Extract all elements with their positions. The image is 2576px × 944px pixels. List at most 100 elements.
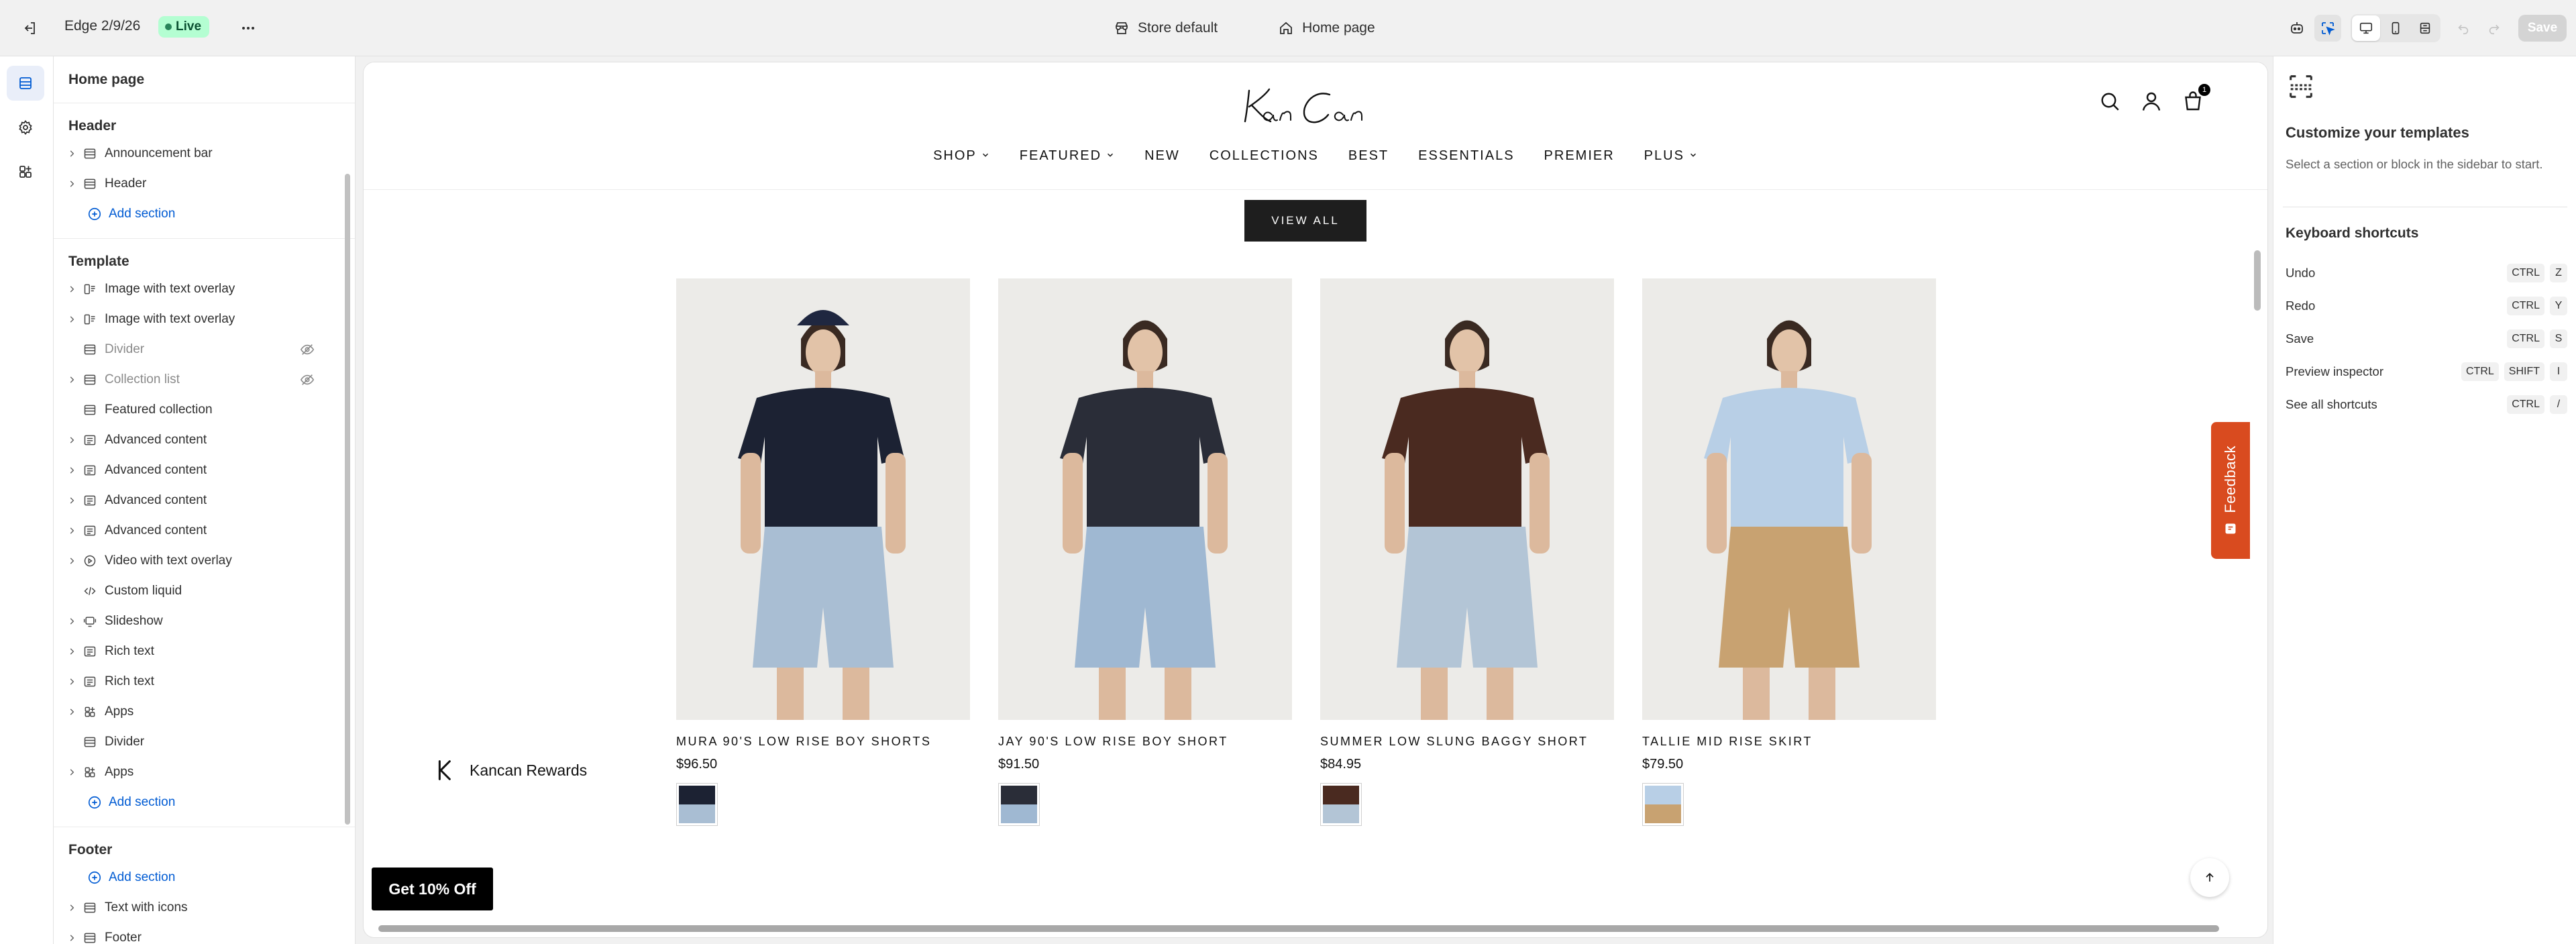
expand-chevron-icon[interactable] [54, 933, 83, 943]
desktop-view-button[interactable] [2352, 15, 2380, 41]
nav-item-premier[interactable]: PREMIER [1544, 148, 1615, 164]
expand-chevron-icon[interactable] [54, 768, 83, 777]
product-title[interactable]: SUMMER LOW SLUNG BAGGY SHORT [1320, 735, 1614, 749]
sidebar-item-apps[interactable]: Apps [54, 757, 355, 787]
expand-chevron-icon[interactable] [54, 526, 83, 535]
fullscreen-icon [2420, 22, 2430, 34]
add-section-header-button[interactable]: Add section [54, 199, 355, 229]
preview-vertical-scrollbar-thumb[interactable] [2254, 250, 2261, 311]
expand-chevron-icon[interactable] [54, 375, 83, 384]
inspector-toggle-button[interactable] [2314, 15, 2341, 42]
sidebar-item-rich-text[interactable]: Rich text [54, 636, 355, 666]
product-swatch[interactable] [1642, 783, 1684, 826]
sidebar-item-announcement-bar[interactable]: Announcement bar [54, 138, 355, 168]
store-selector[interactable]: Store default [1114, 20, 1218, 36]
sidebar-item-advanced-content[interactable]: Advanced content [54, 485, 355, 515]
exit-button[interactable] [16, 15, 43, 42]
sections-tab[interactable] [7, 66, 44, 101]
product-image[interactable] [1320, 278, 1614, 720]
sidebar-item-video-with-text-overlay[interactable]: Video with text overlay [54, 545, 355, 576]
expand-chevron-icon[interactable] [54, 284, 83, 294]
nav-item-featured[interactable]: FEATURED [1020, 148, 1115, 164]
sidebar-scrollbar[interactable] [343, 123, 352, 935]
more-actions-button[interactable] [235, 15, 262, 42]
feedback-tab[interactable]: Feedback [2211, 422, 2250, 559]
expand-chevron-icon[interactable] [54, 315, 83, 324]
expand-chevron-icon[interactable] [54, 435, 83, 445]
eye-hidden-icon[interactable] [300, 372, 315, 391]
scroll-to-top-button[interactable] [2190, 858, 2229, 897]
redo-button[interactable] [2481, 15, 2508, 42]
rewards-launcher[interactable]: Kancan Rewards [431, 757, 587, 784]
sidebar-item-footer[interactable]: Footer [54, 923, 355, 944]
expand-chevron-icon[interactable] [54, 556, 83, 566]
nav-item-collections[interactable]: COLLECTIONS [1210, 148, 1319, 164]
sidebar-scrollbar-thumb[interactable] [345, 174, 350, 825]
cart-button[interactable]: 1 [2181, 84, 2210, 117]
sidebar-item-divider[interactable]: Divider [54, 334, 355, 364]
store-logo[interactable] [1229, 77, 1403, 131]
app-embeds-tab[interactable] [7, 154, 44, 189]
product-swatch[interactable] [676, 783, 718, 826]
mobile-view-button[interactable] [2381, 15, 2410, 41]
expand-chevron-icon[interactable] [54, 617, 83, 626]
eye-hidden-icon[interactable] [300, 342, 315, 361]
sidebar-item-apps[interactable]: Apps [54, 696, 355, 727]
product-swatch[interactable] [1320, 783, 1362, 826]
product-card[interactable]: SUMMER LOW SLUNG BAGGY SHORT $84.95 [1320, 278, 1614, 826]
sidebar-item-featured-collection[interactable]: Featured collection [54, 395, 355, 425]
expand-chevron-icon[interactable] [54, 647, 83, 656]
nav-item-new[interactable]: NEW [1144, 148, 1180, 164]
sidebar-item-rich-text[interactable]: Rich text [54, 666, 355, 696]
sidekick-button[interactable] [2284, 15, 2310, 42]
undo-button[interactable] [2450, 15, 2477, 42]
product-swatch[interactable] [998, 783, 1040, 826]
nav-item-best[interactable]: BEST [1348, 148, 1389, 164]
expand-chevron-icon[interactable] [54, 496, 83, 505]
sidebar-item-custom-liquid[interactable]: Custom liquid [54, 576, 355, 606]
sidebar-item-advanced-content[interactable]: Advanced content [54, 425, 355, 455]
save-button[interactable]: Save [2518, 15, 2567, 42]
expand-chevron-icon[interactable] [54, 149, 83, 158]
preview-horizontal-scrollbar-thumb[interactable] [378, 925, 2219, 932]
sidebar-item-text-with-icons[interactable]: Text with icons [54, 892, 355, 923]
preview-vertical-scrollbar[interactable] [2250, 62, 2265, 921]
expand-chevron-icon[interactable] [54, 903, 83, 912]
product-image[interactable] [676, 278, 970, 720]
fullscreen-view-button[interactable] [2411, 15, 2439, 41]
view-all-button[interactable]: VIEW ALL [1244, 200, 1366, 242]
sidebar-item-divider[interactable]: Divider [54, 727, 355, 757]
product-image[interactable] [1642, 278, 1936, 720]
sidebar-item-advanced-content[interactable]: Advanced content [54, 455, 355, 485]
nav-item-essentials[interactable]: ESSENTIALS [1418, 148, 1514, 164]
sidebar-item-advanced-content[interactable]: Advanced content [54, 515, 355, 545]
search-icon[interactable] [2098, 89, 2122, 113]
expand-chevron-icon[interactable] [54, 179, 83, 189]
product-card[interactable]: TALLIE MID RISE SKIRT $79.50 [1642, 278, 1936, 826]
preview-horizontal-scrollbar[interactable] [364, 921, 2250, 936]
account-icon[interactable] [2139, 89, 2163, 113]
product-title[interactable]: MURA 90'S LOW RISE BOY SHORTS [676, 735, 970, 749]
sidebar-item-image-with-text-overlay[interactable]: Image with text overlay [54, 304, 355, 334]
add-section-footer-button[interactable]: Add section [54, 862, 355, 892]
page-selector[interactable]: Home page [1278, 20, 1375, 36]
product-card[interactable]: MURA 90'S LOW RISE BOY SHORTS $96.50 [676, 278, 970, 826]
product-image[interactable] [998, 278, 1292, 720]
product-title[interactable]: TALLIE MID RISE SKIRT [1642, 735, 1936, 749]
nav-item-shop[interactable]: SHOP [933, 148, 990, 164]
section-icon [83, 373, 105, 386]
sidebar-item-image-with-text-overlay[interactable]: Image with text overlay [54, 274, 355, 304]
add-section-template-button[interactable]: Add section [54, 787, 355, 817]
product-card[interactable]: JAY 90'S LOW RISE BOY SHORT $91.50 [998, 278, 1292, 826]
sidebar-item-label: Apps [105, 764, 134, 779]
product-title[interactable]: JAY 90'S LOW RISE BOY SHORT [998, 735, 1292, 749]
sidebar-item-header[interactable]: Header [54, 168, 355, 199]
expand-chevron-icon[interactable] [54, 677, 83, 686]
expand-chevron-icon[interactable] [54, 466, 83, 475]
sidebar-item-slideshow[interactable]: Slideshow [54, 606, 355, 636]
discount-popup-button[interactable]: Get 10% Off [372, 868, 493, 910]
nav-item-plus[interactable]: PLUS [1644, 148, 1698, 164]
expand-chevron-icon[interactable] [54, 707, 83, 717]
sidebar-item-collection-list[interactable]: Collection list [54, 364, 355, 395]
theme-settings-tab[interactable] [7, 110, 44, 145]
